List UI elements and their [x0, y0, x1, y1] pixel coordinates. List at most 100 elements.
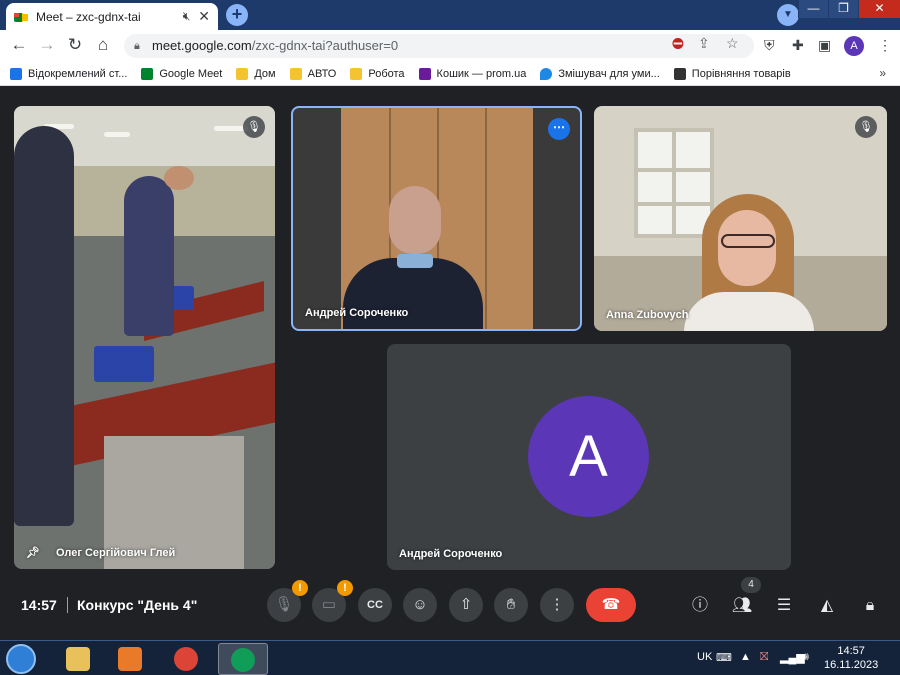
- participant-name: 📌︎ Олег Сергійович Глей: [26, 546, 175, 559]
- bookmark-item[interactable]: Кошик — prom.ua: [418, 67, 527, 80]
- windows-taskbar: UK ⌨ ▲ ⛝ ▂▄▆ 🔊︎ 14:57 16.11.2023: [0, 640, 900, 675]
- chat-icon: ☰: [776, 597, 792, 614]
- keyboard-icon[interactable]: ⌨: [716, 651, 732, 664]
- reload-icon[interactable]: ↻: [64, 35, 86, 55]
- tab-search-button[interactable]: ▼: [777, 4, 799, 26]
- taskbar-explorer[interactable]: [58, 643, 98, 675]
- more-options-button[interactable]: ⋮: [540, 588, 574, 622]
- home-icon[interactable]: ⌂: [92, 35, 114, 55]
- system-date: 16.11.2023: [824, 659, 879, 671]
- back-arrow-icon[interactable]: ←: [8, 35, 30, 55]
- minimize-button[interactable]: —: [798, 0, 828, 18]
- bookmark-label: Дом: [254, 67, 276, 80]
- tab-title: Meet – zxc-gdnx-tai: [36, 9, 141, 24]
- profile-avatar[interactable]: A: [844, 36, 864, 56]
- participant-tile[interactable]: A Андрей Сороченко: [387, 344, 791, 570]
- lock-person-icon: 🔒︎: [865, 597, 875, 614]
- system-time: 14:57: [837, 645, 865, 657]
- side-panel-icon[interactable]: ▣: [818, 37, 831, 54]
- participant-tile[interactable]: 🎙︎ Anna Zubovych: [594, 106, 887, 331]
- end-call-icon: ☎︎: [601, 596, 621, 613]
- chrome-icon: [174, 647, 198, 671]
- signal-icon[interactable]: ▂▄▆: [780, 651, 805, 664]
- student-head: [164, 166, 194, 190]
- info-icon: ⓘ: [691, 597, 708, 614]
- activities-icon: ◭: [820, 597, 834, 614]
- participant-count-badge: 4: [741, 577, 761, 593]
- taskbar-chrome[interactable]: [166, 643, 206, 675]
- browser-tab-meet[interactable]: Meet – zxc-gdnx-tai 🔇︎ ✕: [6, 3, 218, 30]
- language-indicator[interactable]: UK: [697, 651, 712, 663]
- emoji-icon: ☺: [412, 596, 428, 613]
- vise: [94, 346, 154, 382]
- leave-call-button[interactable]: ☎︎: [586, 588, 636, 622]
- chrome-menu-icon[interactable]: ⋮: [878, 37, 892, 54]
- bookmark-folder[interactable]: Дом: [236, 67, 276, 80]
- forward-arrow-icon[interactable]: →: [36, 35, 58, 55]
- more-vert-icon: ⋮: [549, 596, 565, 613]
- reactions-button[interactable]: ☺: [403, 588, 437, 622]
- extension-shield-icon[interactable]: ⛨: [764, 37, 775, 54]
- pin-icon[interactable]: 📌︎: [26, 547, 40, 559]
- lock-icon[interactable]: 🔒︎: [134, 34, 140, 58]
- activities-button[interactable]: ◭: [814, 593, 840, 619]
- folder-icon: [236, 67, 249, 80]
- participant-name-text: Олег Сергійович Глей: [55, 547, 176, 559]
- meeting-details-button[interactable]: ⓘ: [687, 593, 713, 619]
- bookmark-star-icon[interactable]: ☆: [726, 35, 739, 52]
- bookmark-item[interactable]: Відокремлений ст...: [10, 67, 127, 80]
- meeting-name: Конкурс "День 4": [77, 597, 198, 613]
- chat-button[interactable]: ☰: [771, 593, 797, 619]
- file-explorer-icon: [66, 647, 90, 671]
- taskbar-chrome-profile[interactable]: [218, 643, 268, 675]
- network-blocked-icon[interactable]: ⛝: [760, 651, 768, 664]
- speaker-body: [343, 258, 483, 329]
- tray-expand-icon[interactable]: ▲: [740, 651, 751, 663]
- volume-icon[interactable]: 🔊︎: [802, 651, 809, 664]
- system-clock[interactable]: 14:57 16.11.2023: [824, 644, 878, 672]
- raise-hand-button[interactable]: ✋︎: [494, 588, 528, 622]
- bookmarks-overflow-icon[interactable]: »: [879, 66, 886, 80]
- extensions-puzzle-icon[interactable]: ✚: [792, 37, 804, 54]
- new-tab-button[interactable]: +: [226, 4, 248, 26]
- share-icon[interactable]: ⇪: [698, 35, 710, 52]
- participant-tile-active-speaker[interactable]: ⋯ Андрей Сороченко: [291, 106, 582, 331]
- bookmark-item[interactable]: Змішувач для уми...: [540, 67, 660, 80]
- mic-off-icon: 🎙︎: [243, 116, 265, 138]
- bookmark-label: Кошик — prom.ua: [436, 67, 527, 80]
- host-controls-button[interactable]: 🔒︎: [857, 593, 883, 619]
- chrome-profile-icon: [231, 648, 255, 672]
- bookmark-folder[interactable]: Робота: [350, 67, 405, 80]
- close-window-button[interactable]: ✕: [858, 0, 900, 18]
- hand-icon: ✋︎: [506, 596, 516, 613]
- bookmark-label: Змішувач для уми...: [558, 67, 660, 80]
- address-bar[interactable]: 🔒︎ meet.google.com/zxc-gdnx-tai?authuser…: [124, 34, 754, 58]
- tab-mute-icon[interactable]: 🔇︎: [183, 9, 191, 24]
- bookmarks-bar: Відокремлений ст... Google Meet Дом АВТО…: [0, 62, 900, 86]
- video-window: [634, 128, 714, 238]
- present-button[interactable]: ⇧: [449, 588, 483, 622]
- people-icon: 👥︎: [731, 597, 753, 614]
- start-button[interactable]: [6, 644, 36, 674]
- captions-button[interactable]: CC: [358, 588, 392, 622]
- drop-icon: [540, 67, 553, 80]
- participant-tile[interactable]: 🎙︎ 📌︎ Олег Сергійович Глей: [14, 106, 275, 569]
- camera-button[interactable]: ▭ !: [312, 580, 353, 622]
- restore-button[interactable]: ❐: [828, 0, 858, 18]
- bookmark-folder[interactable]: АВТО: [289, 67, 336, 80]
- microphone-off-icon: 🎙︎: [274, 596, 294, 613]
- browser-toolbar: ← → ↻ ⌂ 🔒︎ meet.google.com/zxc-gdnx-tai?…: [0, 30, 900, 62]
- bookmark-item[interactable]: Google Meet: [141, 67, 222, 80]
- microphone-button[interactable]: 🎙︎ !: [267, 580, 308, 622]
- camera-blocked-icon[interactable]: ⛔︎: [672, 35, 684, 52]
- meet-stage: 🎙︎ 📌︎ Олег Сергійович Глей ⋯ Андрей Сороч…: [0, 87, 900, 640]
- ceiling-lamp: [104, 132, 130, 137]
- participant-sweater: [684, 292, 814, 331]
- bookmark-item[interactable]: Порівняння товарів: [673, 67, 791, 80]
- taskbar-media[interactable]: [110, 643, 150, 675]
- participant-name: Андрей Сороченко: [305, 307, 409, 319]
- tab-close-icon[interactable]: ✕: [198, 8, 210, 25]
- captions-icon: CC: [367, 599, 383, 611]
- more-options-button[interactable]: ⋯: [548, 118, 570, 140]
- people-button[interactable]: 👥︎: [729, 593, 755, 619]
